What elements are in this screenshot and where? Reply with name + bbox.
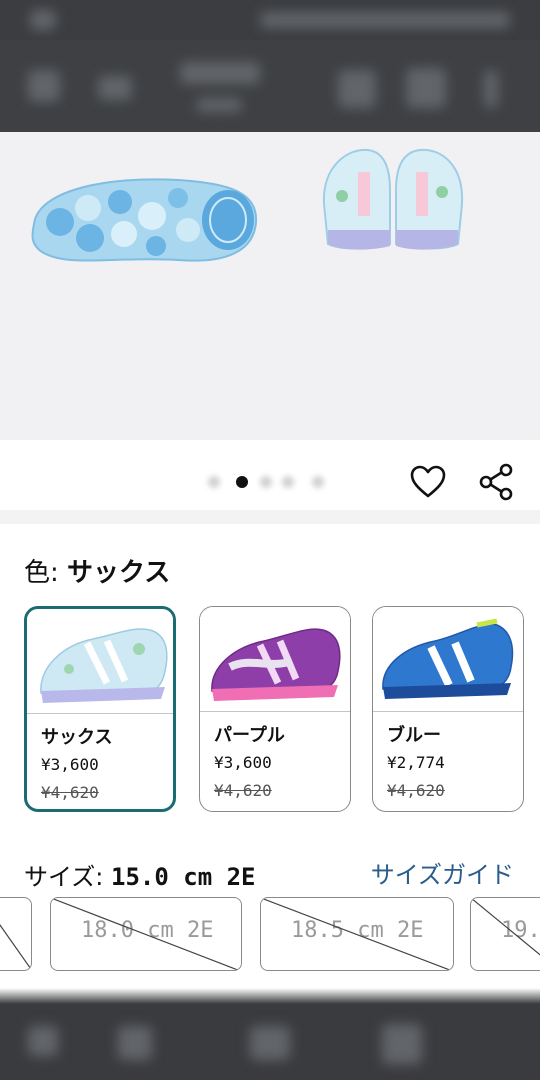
carousel-dot[interactable] xyxy=(260,476,272,488)
status-icon xyxy=(30,10,56,30)
app-bar xyxy=(0,40,540,132)
color-option-blue[interactable]: ブルー ¥2,774 ¥4,620 xyxy=(372,606,524,812)
nav-icon[interactable] xyxy=(382,1024,422,1064)
bottom-navigation-bar xyxy=(0,1004,540,1080)
color-option-price: ¥2,774 xyxy=(387,753,445,772)
nav-icon[interactable] xyxy=(250,1026,290,1060)
size-chip-unavailable[interactable]: 19. xyxy=(470,897,540,971)
color-option-image xyxy=(27,609,173,714)
color-label-prefix: 色: xyxy=(24,558,59,588)
home-icon[interactable] xyxy=(28,70,60,102)
color-option-original-price: ¥4,620 xyxy=(214,781,272,800)
bottom-fade xyxy=(0,988,540,1004)
app-title xyxy=(180,62,260,84)
carousel-dots xyxy=(200,472,340,492)
color-option-name: ブルー xyxy=(387,725,441,746)
share-icon xyxy=(479,463,513,501)
status-indicators xyxy=(260,12,510,28)
size-chip-unavailable[interactable]: 18.5 cm 2E xyxy=(260,897,454,971)
size-chip-unavailable[interactable]: 18.0 cm 2E xyxy=(50,897,242,971)
share-icon[interactable] xyxy=(338,70,376,108)
carousel-dot[interactable] xyxy=(208,476,220,488)
shoe-sole-image xyxy=(31,178,258,262)
chevron-down-icon[interactable] xyxy=(98,76,132,100)
selected-color-value: サックス xyxy=(67,558,171,588)
size-guide-link[interactable]: サイズガイド xyxy=(371,855,514,890)
carousel-dot-active[interactable] xyxy=(236,476,248,488)
app-subtitle xyxy=(196,98,242,112)
size-label-prefix: サイズ: xyxy=(24,863,104,891)
color-option-name: パープル xyxy=(214,725,285,746)
selected-size-value: 15.0 cm 2E xyxy=(111,863,256,891)
color-option-original-price: ¥4,620 xyxy=(387,781,445,800)
size-chip-partial-left[interactable] xyxy=(0,897,32,971)
nav-icon[interactable] xyxy=(28,1026,58,1056)
color-option-price: ¥3,600 xyxy=(41,755,99,774)
size-label: サイズ: 15.0 cm 2E xyxy=(24,857,256,892)
section-divider xyxy=(0,510,540,524)
more-icon[interactable] xyxy=(484,70,498,108)
heart-icon xyxy=(410,465,446,498)
carousel-dot[interactable] xyxy=(282,476,294,488)
carousel-dot[interactable] xyxy=(312,476,324,488)
color-label: 色: サックス xyxy=(24,552,170,589)
favorite-button[interactable] xyxy=(406,460,450,504)
color-option-image xyxy=(200,607,350,712)
nav-icon[interactable] xyxy=(118,1026,152,1060)
shoe-back-image xyxy=(322,148,464,250)
color-option-original-price: ¥4,620 xyxy=(41,783,99,802)
status-bar xyxy=(0,0,540,40)
color-option-name: サックス xyxy=(41,727,113,748)
settings-icon[interactable] xyxy=(406,68,446,108)
color-option-image xyxy=(373,607,523,712)
color-option-price: ¥3,600 xyxy=(214,753,272,772)
share-button[interactable] xyxy=(474,460,518,504)
color-option-purple[interactable]: パープル ¥3,600 ¥4,620 xyxy=(199,606,351,812)
color-option-sax[interactable]: サックス ¥3,600 ¥4,620 xyxy=(24,606,176,812)
